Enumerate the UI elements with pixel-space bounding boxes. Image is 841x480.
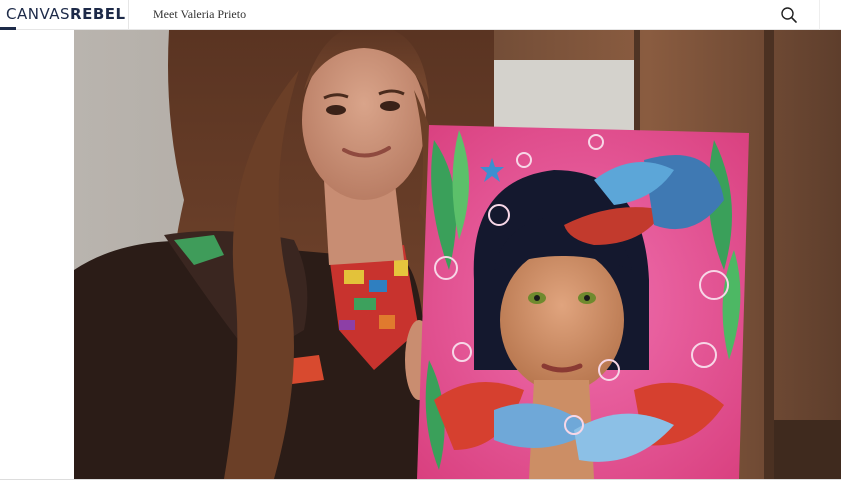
logo-text-bold: REBEL	[70, 5, 126, 23]
page-title: Meet Valeria Prieto	[153, 7, 247, 21]
painting	[417, 125, 749, 479]
header-right-edge	[819, 0, 820, 30]
hero-photo	[74, 30, 841, 479]
search-icon	[781, 7, 797, 23]
logo-active-underline	[0, 27, 16, 30]
top-navigation-bar: CANVASREBEL Meet Valeria Prieto	[0, 0, 841, 30]
header-divider	[128, 0, 129, 30]
search-button[interactable]	[777, 3, 801, 27]
hero-photo-illustration	[74, 30, 841, 479]
logo-text-light: CANVAS	[6, 5, 71, 23]
canvasrebel-logo[interactable]: CANVASREBEL	[6, 5, 126, 23]
